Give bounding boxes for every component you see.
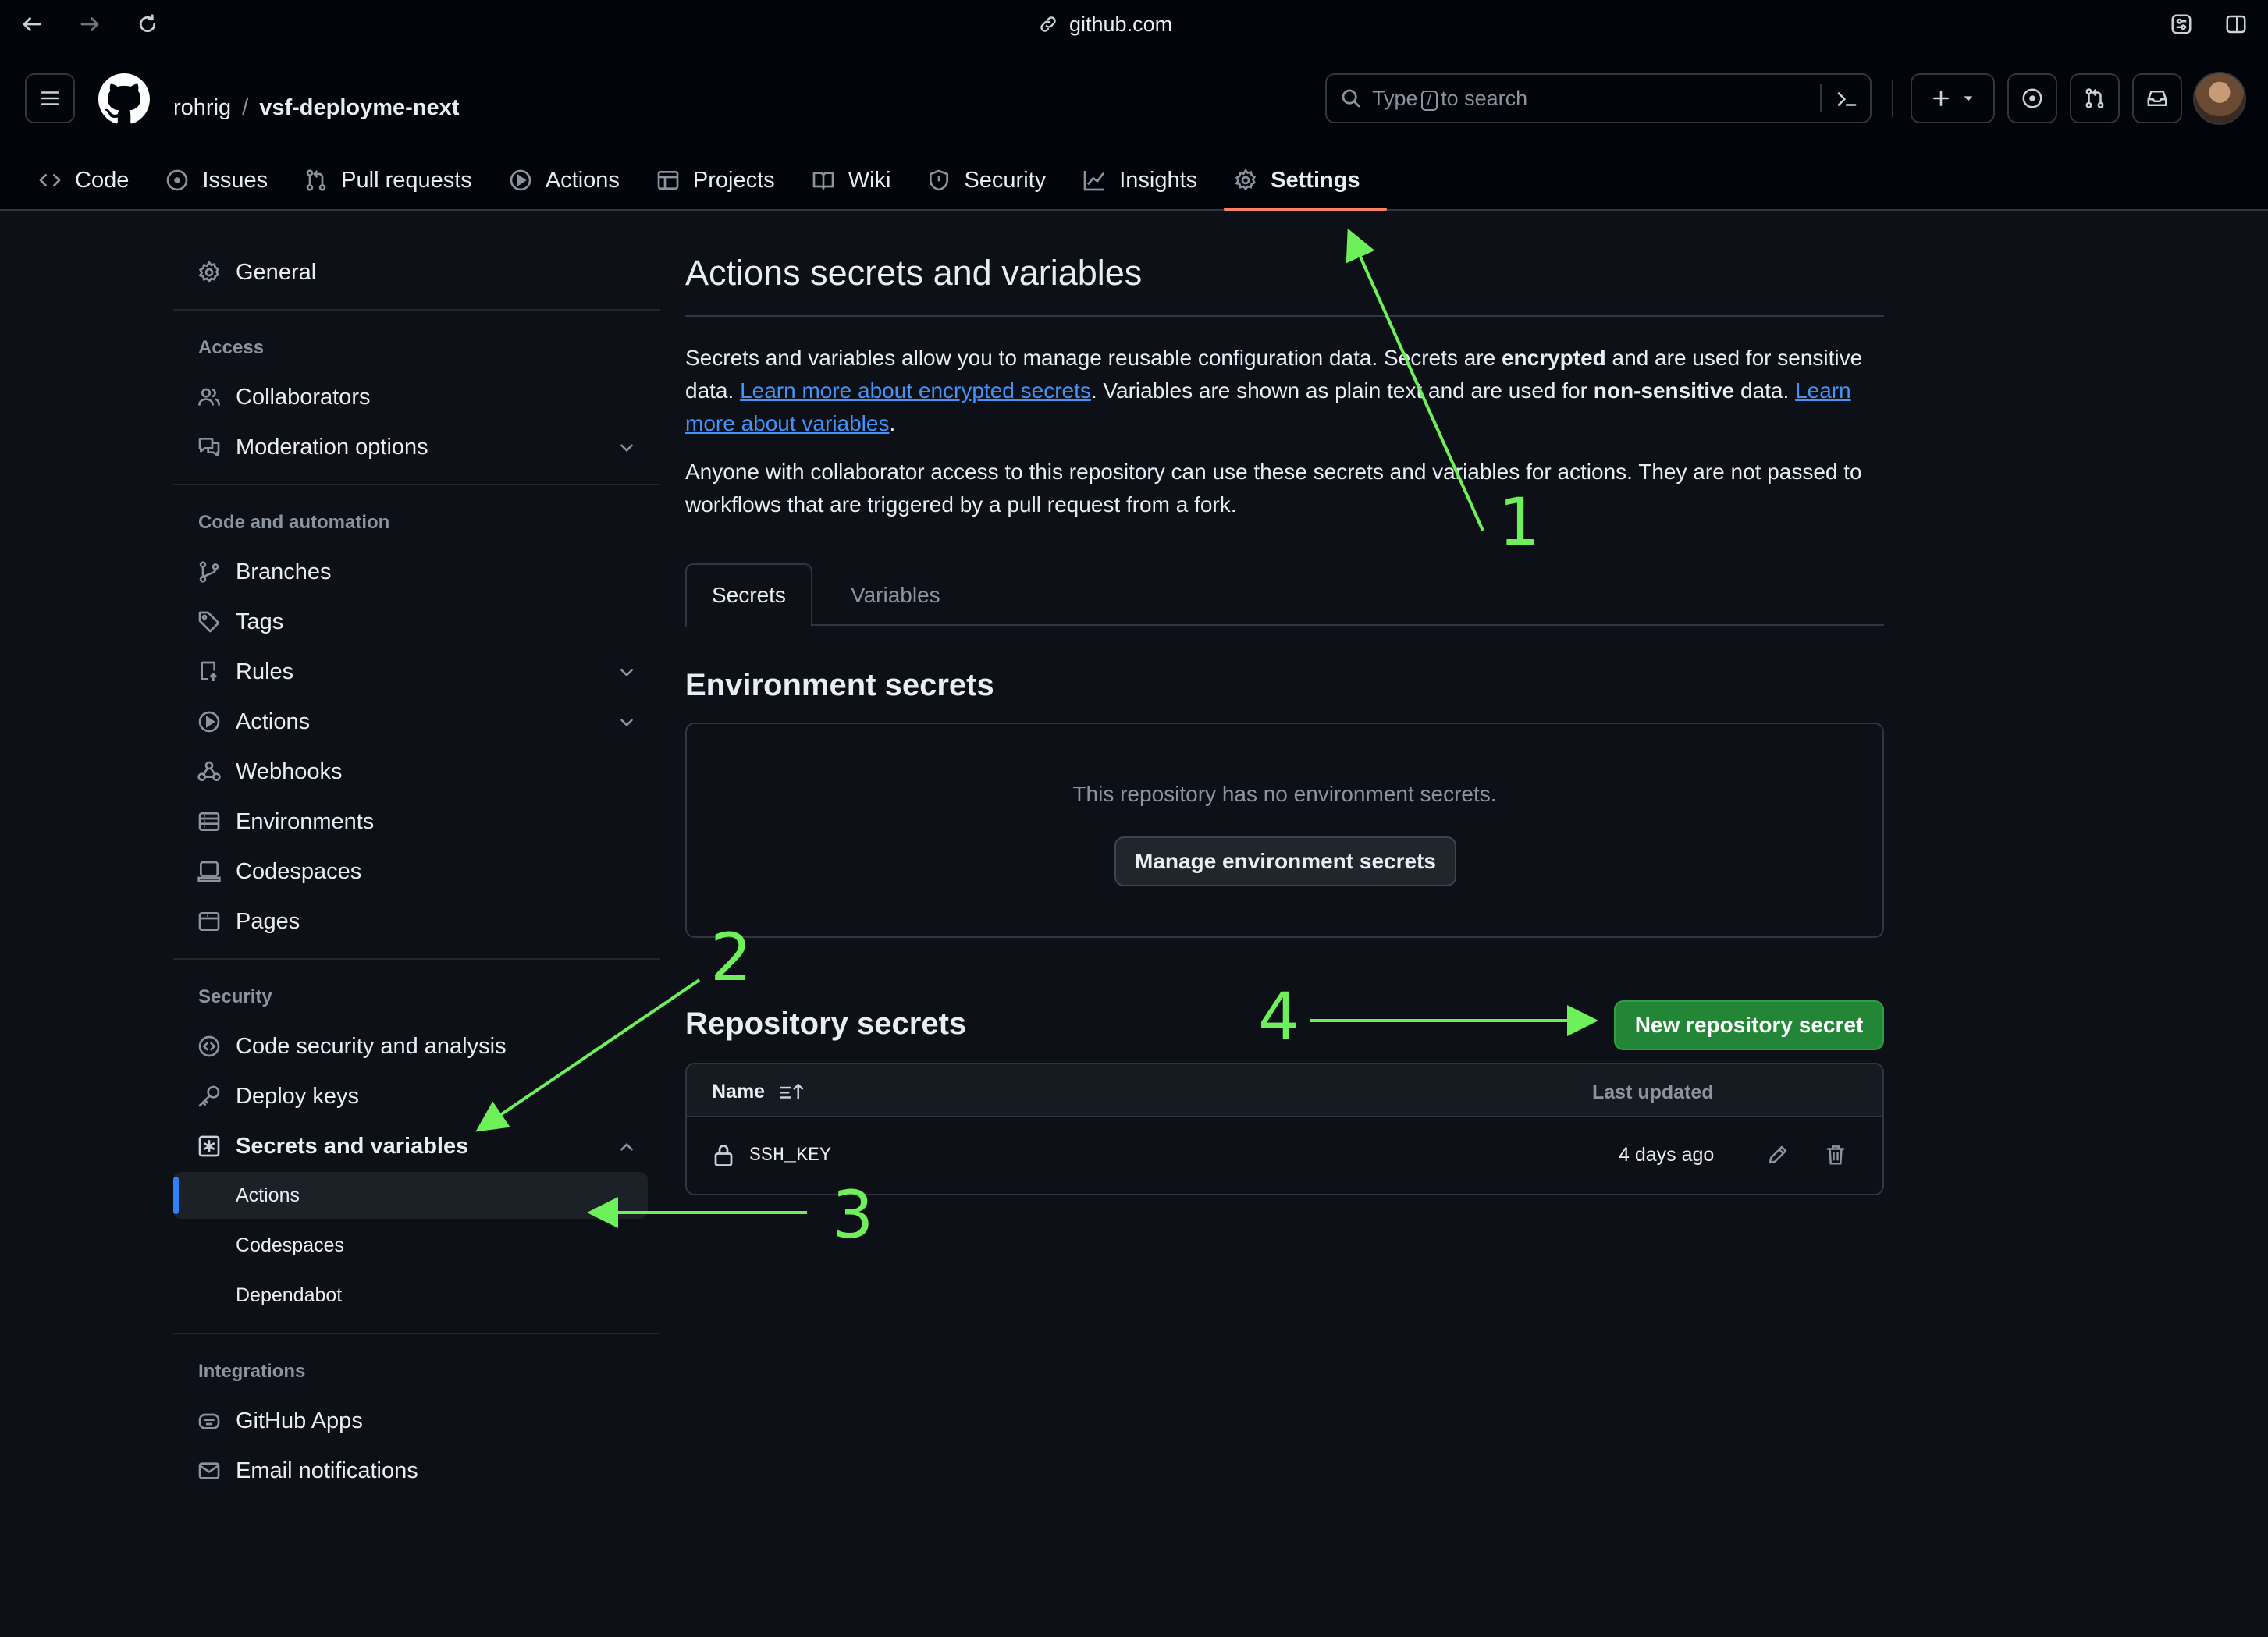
annotation-number-4: 4 xyxy=(1258,978,1300,1055)
annotation-number-1: 1 xyxy=(1498,484,1541,560)
annotation-number-3: 3 xyxy=(832,1177,874,1253)
annotation-arrow-1 xyxy=(1346,228,1484,531)
annotation-number-2: 2 xyxy=(710,919,752,996)
annotation-arrow-2 xyxy=(475,978,701,1132)
annotation-overlay xyxy=(475,228,1598,1228)
